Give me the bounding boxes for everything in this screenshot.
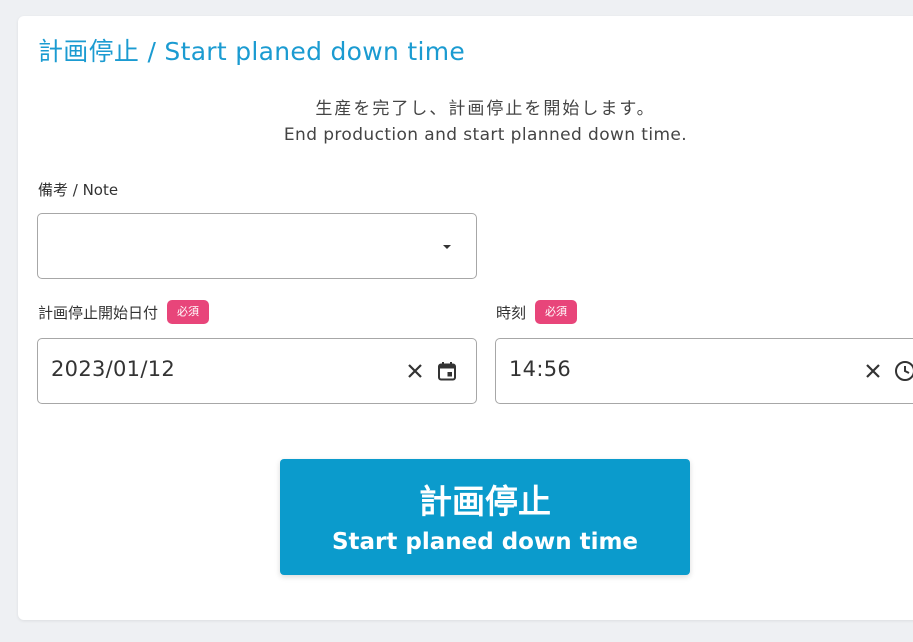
- clear-icon[interactable]: [406, 362, 424, 380]
- note-label: 備考 / Note: [38, 181, 119, 199]
- description-ja: 生産を完了し、計画停止を開始します。: [315, 99, 656, 119]
- start-date-value: 2023/01/12: [51, 357, 176, 381]
- dialog-title: 計画停止 / Start planed down time: [38, 37, 466, 66]
- required-badge: 必須: [167, 300, 210, 324]
- start-date-label-row: 計画停止開始日付 必須: [38, 300, 210, 324]
- start-planned-down-time-button[interactable]: 計画停止 Start planed down time: [280, 459, 690, 575]
- start-date-input[interactable]: 2023/01/12: [37, 338, 477, 404]
- dialog-card: 計画停止 / Start planed down time 生産を完了し、計画停…: [18, 16, 913, 620]
- time-input[interactable]: 14:56: [495, 338, 913, 404]
- description-en: End production and start planned down ti…: [283, 125, 688, 145]
- calendar-icon[interactable]: [437, 361, 457, 381]
- required-badge: 必須: [535, 300, 578, 324]
- time-label: 時刻: [496, 303, 527, 322]
- clock-icon[interactable]: [894, 360, 913, 382]
- note-select[interactable]: [37, 213, 477, 279]
- time-value: 14:56: [509, 357, 572, 381]
- button-label-en: Start planed down time: [331, 529, 639, 555]
- button-label-ja: 計画停止: [419, 482, 551, 521]
- dropdown-arrow-icon[interactable]: [440, 242, 454, 252]
- clear-icon[interactable]: [864, 362, 882, 380]
- start-date-label: 計画停止開始日付: [38, 303, 159, 322]
- time-label-row: 時刻 必須: [496, 300, 578, 324]
